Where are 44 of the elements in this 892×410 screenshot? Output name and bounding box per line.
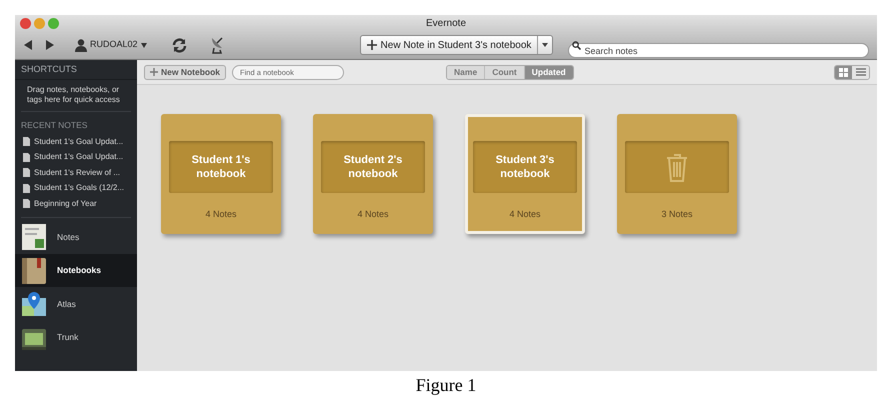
window-title: Evernote	[426, 17, 466, 31]
notebook-title: Student 3's notebook	[494, 153, 556, 181]
shortcuts-heading: SHORTCUTS	[21, 62, 77, 76]
new-notebook-button[interactable]: New Notebook	[144, 64, 226, 80]
nav-item[interactable]: Notebooks	[15, 254, 137, 288]
notebook-card[interactable]: 3 Notes	[617, 114, 737, 234]
recent-notes-heading: RECENT NOTES	[20, 119, 88, 132]
notebook-card[interactable]: Student 3's notebook 4 Notes	[465, 114, 585, 234]
close-button[interactable]	[20, 18, 31, 29]
shortcuts-hint: Drag notes, notebooks, or tags here for quick access	[27, 85, 121, 105]
recent-note-item[interactable]: Student 1's Goals (12/2...	[15, 180, 137, 196]
notebook-card[interactable]: Student 1's notebook 4 Notes	[161, 114, 281, 234]
trash-icon	[666, 152, 688, 182]
search-icon	[572, 40, 582, 50]
note-count: 4 Notes	[357, 208, 389, 220]
recent-note-item[interactable]: Student 1's Goal Updat...	[15, 149, 137, 165]
recent-note-item[interactable]: Student 1's Goal Updat...	[15, 134, 137, 150]
figure-caption: Figure 1	[416, 374, 476, 397]
back-icon[interactable]	[23, 40, 33, 50]
notebook-icon	[21, 256, 47, 284]
note-count: 3 Notes	[661, 208, 693, 220]
note-count: 4 Notes	[509, 208, 541, 220]
notebook-card[interactable]: Student 2's notebook 4 Notes	[313, 114, 433, 234]
notebook-title: Student 2's notebook	[342, 153, 404, 181]
account-button[interactable]: RUDOAL02	[75, 38, 147, 52]
forward-icon[interactable]	[45, 40, 55, 50]
note-count: 4 Notes	[205, 208, 237, 220]
person-icon	[75, 38, 87, 52]
map-pin-icon	[21, 290, 47, 318]
nav-item[interactable]: Atlas	[15, 287, 137, 321]
recent-note-item[interactable]: Beginning of Year	[15, 196, 137, 212]
grid-view-button[interactable]	[835, 66, 852, 78]
list-view-button[interactable]	[852, 66, 869, 78]
nav-item[interactable]: Trunk	[15, 320, 137, 354]
nav-item[interactable]: Notes	[15, 220, 137, 254]
caret-icon	[140, 42, 147, 48]
recent-note-item[interactable]: Student 1's Review of ...	[15, 164, 137, 180]
notebook-title: Student 1's notebook	[190, 153, 252, 181]
plus-icon	[366, 40, 377, 50]
plus-icon	[150, 68, 158, 76]
search-field[interactable]: Search notes	[568, 43, 869, 58]
sync-icon[interactable]	[170, 36, 188, 54]
satellite-dish-icon[interactable]	[210, 36, 224, 54]
note-page-icon	[21, 223, 47, 251]
